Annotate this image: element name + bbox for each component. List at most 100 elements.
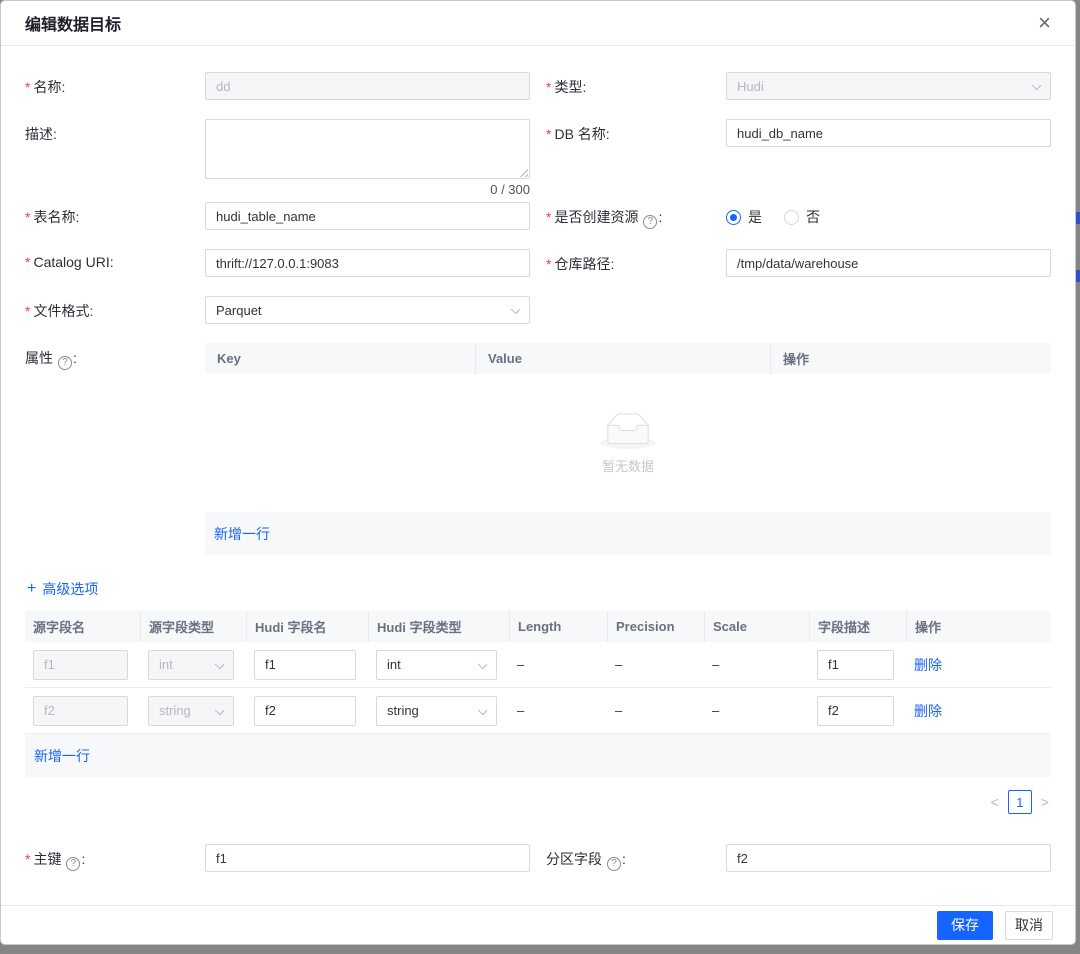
radio-unchecked-icon xyxy=(784,210,799,225)
db-name-input[interactable] xyxy=(726,119,1051,147)
length-value: – xyxy=(509,703,607,718)
column-header-scale: Scale xyxy=(704,611,809,642)
column-header-source-name: 源字段名 xyxy=(25,611,140,642)
catalog-uri-input[interactable] xyxy=(205,249,530,277)
hudi-name-input[interactable] xyxy=(254,650,356,680)
edit-data-target-dialog: 编辑数据目标 × *名称: *类型: Hudi 描述: xyxy=(0,0,1076,945)
required-mark: * xyxy=(25,303,30,319)
hudi-name-input[interactable] xyxy=(254,696,356,726)
required-mark: * xyxy=(546,209,551,225)
source-name-input[interactable] xyxy=(33,650,128,680)
column-header-hudi-name: Hudi 字段名 xyxy=(246,611,368,642)
file-format-select[interactable]: Parquet xyxy=(205,296,530,324)
dialog-footer: 保存 取消 xyxy=(1,905,1075,944)
close-icon[interactable]: × xyxy=(1038,12,1051,34)
file-format-label: *文件格式: xyxy=(25,296,205,324)
description-label: 描述: xyxy=(25,119,205,197)
required-mark: * xyxy=(546,126,551,142)
radio-yes[interactable]: 是 xyxy=(726,207,762,227)
delete-row-link[interactable]: 删除 xyxy=(914,657,942,673)
page-number[interactable]: 1 xyxy=(1008,790,1032,814)
required-mark: * xyxy=(25,851,30,867)
plus-icon: + xyxy=(27,581,36,597)
column-header-key: Key xyxy=(205,343,475,374)
description-textarea[interactable] xyxy=(205,119,530,179)
chevron-down-icon xyxy=(511,305,520,314)
help-icon[interactable]: ? xyxy=(58,356,72,370)
next-page-icon[interactable]: > xyxy=(1041,794,1049,810)
required-mark: * xyxy=(25,254,30,270)
pagination: < 1 > xyxy=(25,790,1051,814)
add-field-row-link[interactable]: 新增一行 xyxy=(34,746,90,766)
chevron-down-icon xyxy=(215,659,224,668)
type-label: *类型: xyxy=(546,72,726,100)
column-header-length: Length xyxy=(509,611,607,642)
add-property-row-link[interactable]: 新增一行 xyxy=(214,524,270,544)
chevron-down-icon xyxy=(478,659,487,668)
help-icon[interactable]: ? xyxy=(643,215,657,229)
fields-table: 源字段名 源字段类型 Hudi 字段名 Hudi 字段类型 Length Pre… xyxy=(25,611,1051,777)
properties-table: Key Value 操作 xyxy=(205,343,1051,555)
type-select[interactable]: Hudi xyxy=(726,72,1051,100)
background-page-fragment xyxy=(1076,270,1080,282)
catalog-uri-label: *Catalog URI: xyxy=(25,249,205,277)
empty-text: 暂无数据 xyxy=(602,456,654,475)
hudi-type-select[interactable]: int xyxy=(376,650,497,680)
field-description-input[interactable] xyxy=(817,696,894,726)
source-type-select[interactable]: int xyxy=(148,650,234,680)
required-mark: * xyxy=(546,79,551,95)
partition-field-input[interactable] xyxy=(726,844,1051,872)
properties-label: 属性?: xyxy=(25,343,205,555)
file-format-select-value: Parquet xyxy=(216,303,262,318)
hudi-type-select[interactable]: string xyxy=(376,696,497,726)
prev-page-icon[interactable]: < xyxy=(991,794,999,810)
warehouse-path-label: *仓库路径: xyxy=(546,249,726,277)
table-name-label: *表名称: xyxy=(25,202,205,230)
scale-value: – xyxy=(704,657,809,672)
name-label: *名称: xyxy=(25,72,205,100)
advanced-options-label: 高级选项 xyxy=(42,579,98,599)
source-name-input[interactable] xyxy=(33,696,128,726)
precision-value: – xyxy=(607,703,704,718)
delete-row-link[interactable]: 删除 xyxy=(914,703,942,719)
field-row: string string – – – 删除 xyxy=(25,688,1051,734)
required-mark: * xyxy=(546,256,551,272)
partition-field-label: 分区字段?: xyxy=(546,844,726,872)
column-header-source-type: 源字段类型 xyxy=(140,611,246,642)
empty-box-icon xyxy=(600,412,656,450)
help-icon[interactable]: ? xyxy=(66,857,80,871)
help-icon[interactable]: ? xyxy=(607,857,621,871)
properties-table-header: Key Value 操作 xyxy=(205,343,1051,374)
create-resource-radio-group: 是 否 xyxy=(726,202,1051,227)
radio-checked-icon xyxy=(726,210,741,225)
column-header-action: 操作 xyxy=(906,611,1051,642)
required-mark: * xyxy=(25,79,30,95)
empty-state: 暂无数据 xyxy=(205,374,1051,512)
field-description-input[interactable] xyxy=(817,650,894,680)
dialog-body: *名称: *类型: Hudi 描述: xyxy=(1,46,1075,872)
fields-table-footer: 新增一行 xyxy=(25,734,1051,777)
radio-no[interactable]: 否 xyxy=(784,207,820,227)
db-name-label: *DB 名称: xyxy=(546,119,726,197)
scale-value: – xyxy=(704,703,809,718)
warehouse-path-input[interactable] xyxy=(726,249,1051,277)
cancel-button[interactable]: 取消 xyxy=(1005,911,1053,940)
fields-table-header: 源字段名 源字段类型 Hudi 字段名 Hudi 字段类型 Length Pre… xyxy=(25,611,1051,642)
primary-key-label: *主键?: xyxy=(25,844,205,872)
table-name-input[interactable] xyxy=(205,202,530,230)
name-input[interactable] xyxy=(205,72,530,100)
dialog-title: 编辑数据目标 xyxy=(25,11,121,35)
properties-table-footer: 新增一行 xyxy=(205,512,1051,555)
type-select-value: Hudi xyxy=(737,79,764,94)
save-button[interactable]: 保存 xyxy=(937,911,993,940)
primary-key-input[interactable] xyxy=(205,844,530,872)
chevron-down-icon xyxy=(1032,81,1041,90)
advanced-options-toggle[interactable]: + 高级选项 xyxy=(27,579,1051,599)
column-header-value: Value xyxy=(475,343,770,374)
required-mark: * xyxy=(25,209,30,225)
chevron-down-icon xyxy=(215,705,224,714)
column-header-hudi-type: Hudi 字段类型 xyxy=(368,611,509,642)
create-resource-label: *是否创建资源?: xyxy=(546,202,726,230)
source-type-select[interactable]: string xyxy=(148,696,234,726)
dialog-header: 编辑数据目标 × xyxy=(1,1,1075,46)
